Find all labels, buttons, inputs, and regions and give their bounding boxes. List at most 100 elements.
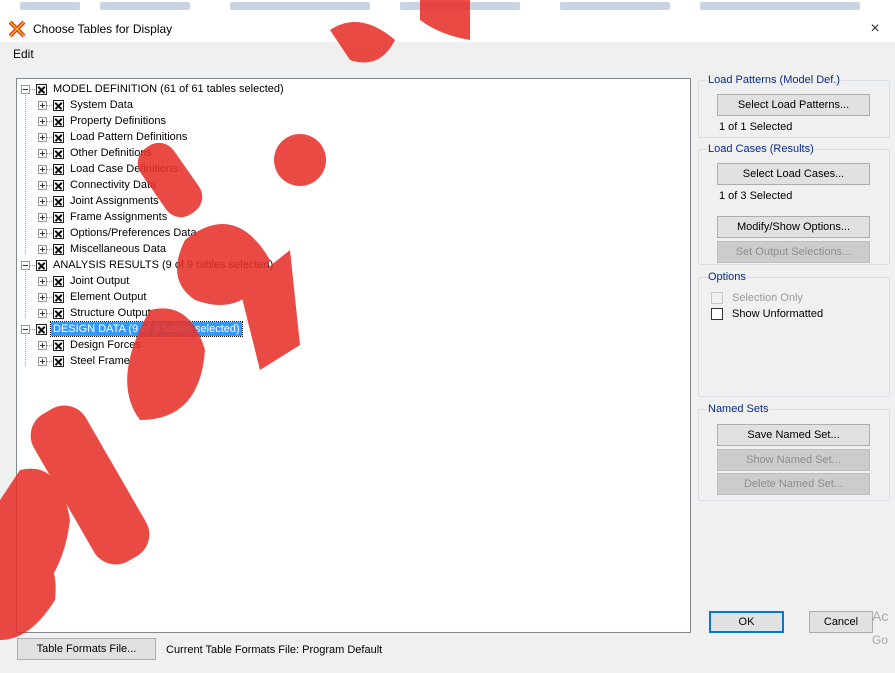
load-patterns-title: Load Patterns (Model Def.) [707, 74, 842, 86]
tree-group-model-definition[interactable]: MODEL DEFINITION (61 of 61 tables select… [21, 81, 286, 97]
background-toolbar-strip [0, 0, 895, 16]
checked-box-icon[interactable] [53, 163, 64, 175]
select-load-patterns-button[interactable]: Select Load Patterns... [717, 94, 870, 116]
tree-item-label: Miscellaneous Data [70, 243, 166, 255]
tree-item-label: Frame Assignments [70, 211, 168, 223]
tree-item-label: Load Pattern Definitions [70, 131, 188, 143]
tree-item[interactable]: Joint Output [38, 273, 131, 289]
tree-item[interactable]: Options/Preferences Data [38, 225, 199, 241]
table-formats-file-button[interactable]: Table Formats File... [17, 638, 156, 660]
tree-group-label: MODEL DEFINITION (61 of 61 tables select… [53, 83, 284, 95]
checked-box-icon[interactable] [36, 83, 47, 95]
tree-item[interactable]: Structure Output [38, 305, 153, 321]
set-output-selections-button[interactable]: Set Output Selections... [717, 241, 870, 263]
checked-box-icon[interactable] [53, 243, 64, 255]
checkbox-icon[interactable] [711, 308, 723, 320]
expand-icon[interactable] [38, 148, 47, 158]
tree-item-label: Connectivity Data [70, 179, 157, 191]
checked-box-icon[interactable] [53, 227, 64, 239]
tree-item[interactable]: Load Pattern Definitions [38, 129, 189, 145]
options-title: Options [707, 271, 747, 283]
current-table-formats-label: Current Table Formats File: Program Defa… [166, 644, 383, 656]
expand-icon[interactable] [38, 228, 47, 238]
expand-icon[interactable] [38, 276, 47, 286]
tree-item-label: Steel Frame [70, 355, 130, 367]
tree-item[interactable]: Property Definitions [38, 113, 168, 129]
expand-icon[interactable] [38, 196, 47, 206]
expand-icon[interactable] [38, 308, 47, 318]
collapse-icon[interactable] [21, 84, 30, 94]
window-title: Choose Tables for Display [33, 22, 173, 36]
checked-box-icon[interactable] [53, 99, 64, 111]
tree-item[interactable]: Frame Assignments [38, 209, 169, 225]
checked-box-icon[interactable] [53, 147, 64, 159]
load-patterns-status: 1 of 1 Selected [719, 121, 793, 133]
tree-item-label: Other Definitions [70, 147, 152, 159]
checked-box-icon[interactable] [53, 211, 64, 223]
tree-group-label: DESIGN DATA (9 of 9 tables selected) [50, 321, 243, 337]
checked-box-icon[interactable] [53, 179, 64, 191]
tree-item[interactable]: System Data [38, 97, 135, 113]
expand-icon[interactable] [38, 244, 47, 254]
tree-item[interactable]: Steel Frame [38, 353, 132, 369]
show-named-set-button[interactable]: Show Named Set... [717, 449, 870, 471]
tree-group-label: ANALYSIS RESULTS (9 of 9 tables selected… [53, 259, 274, 271]
tree-item[interactable]: Design Forces [38, 337, 143, 353]
tree-item[interactable]: Miscellaneous Data [38, 241, 168, 257]
show-unformatted-label: Show Unformatted [732, 308, 824, 320]
delete-named-set-button[interactable]: Delete Named Set... [717, 473, 870, 495]
checked-box-icon[interactable] [53, 275, 64, 287]
show-unformatted-checkbox[interactable]: Show Unformatted [711, 308, 823, 320]
load-cases-status: 1 of 3 Selected [719, 190, 793, 202]
close-icon: × [870, 20, 880, 37]
tree-item[interactable]: Load Case Definitions [38, 161, 180, 177]
expand-icon[interactable] [38, 356, 47, 366]
expand-icon[interactable] [38, 100, 47, 110]
checked-box-icon[interactable] [53, 355, 64, 367]
tree-item[interactable]: Element Output [38, 289, 148, 305]
tree-item[interactable]: Joint Assignments [38, 193, 161, 209]
cancel-button[interactable]: Cancel [809, 611, 873, 633]
selection-only-label: Selection Only [732, 292, 803, 304]
close-button[interactable]: × [855, 16, 895, 42]
checked-box-icon[interactable] [53, 131, 64, 143]
selection-only-checkbox[interactable]: Selection Only [711, 292, 803, 304]
tree-item[interactable]: Other Definitions [38, 145, 154, 161]
x-cross-app-icon [9, 21, 25, 37]
tree-item-label: Options/Preferences Data [70, 227, 197, 239]
tree-item[interactable]: Connectivity Data [38, 177, 158, 193]
checked-box-icon[interactable] [53, 307, 64, 319]
save-named-set-button[interactable]: Save Named Set... [717, 424, 870, 446]
select-load-cases-button[interactable]: Select Load Cases... [717, 163, 870, 185]
tree-item-label: Design Forces [70, 339, 141, 351]
tree-group-design-data[interactable]: DESIGN DATA (9 of 9 tables selected) [21, 321, 243, 337]
expand-icon[interactable] [38, 212, 47, 222]
title-bar: Choose Tables for Display × [0, 16, 895, 42]
collapse-icon[interactable] [21, 260, 30, 270]
activate-windows-subtext: Go [872, 633, 889, 647]
checked-box-icon[interactable] [53, 115, 64, 127]
expand-icon[interactable] [38, 132, 47, 142]
collapse-icon[interactable] [21, 324, 30, 334]
menu-edit[interactable]: Edit [13, 47, 34, 61]
tree-group-analysis-results[interactable]: ANALYSIS RESULTS (9 of 9 tables selected… [21, 257, 275, 273]
expand-icon[interactable] [38, 340, 47, 350]
checked-box-icon[interactable] [53, 339, 64, 351]
expand-icon[interactable] [38, 164, 47, 174]
table-tree[interactable]: MODEL DEFINITION (61 of 61 tables select… [16, 78, 691, 633]
expand-icon[interactable] [38, 292, 47, 302]
expand-icon[interactable] [38, 116, 47, 126]
tree-item-label: Joint Assignments [70, 195, 159, 207]
checked-box-icon[interactable] [36, 259, 47, 271]
checked-box-icon[interactable] [53, 291, 64, 303]
tree-item-label: System Data [70, 99, 133, 111]
tree-item-label: Load Case Definitions [70, 163, 178, 175]
tree-item-label: Joint Output [70, 275, 130, 287]
menu-bar: Edit [0, 42, 895, 66]
modify-show-options-button[interactable]: Modify/Show Options... [717, 216, 870, 238]
checked-box-icon[interactable] [36, 323, 47, 335]
checked-box-icon[interactable] [53, 195, 64, 207]
ok-button[interactable]: OK [709, 611, 784, 633]
expand-icon[interactable] [38, 180, 47, 190]
checkbox-icon[interactable] [711, 292, 723, 304]
